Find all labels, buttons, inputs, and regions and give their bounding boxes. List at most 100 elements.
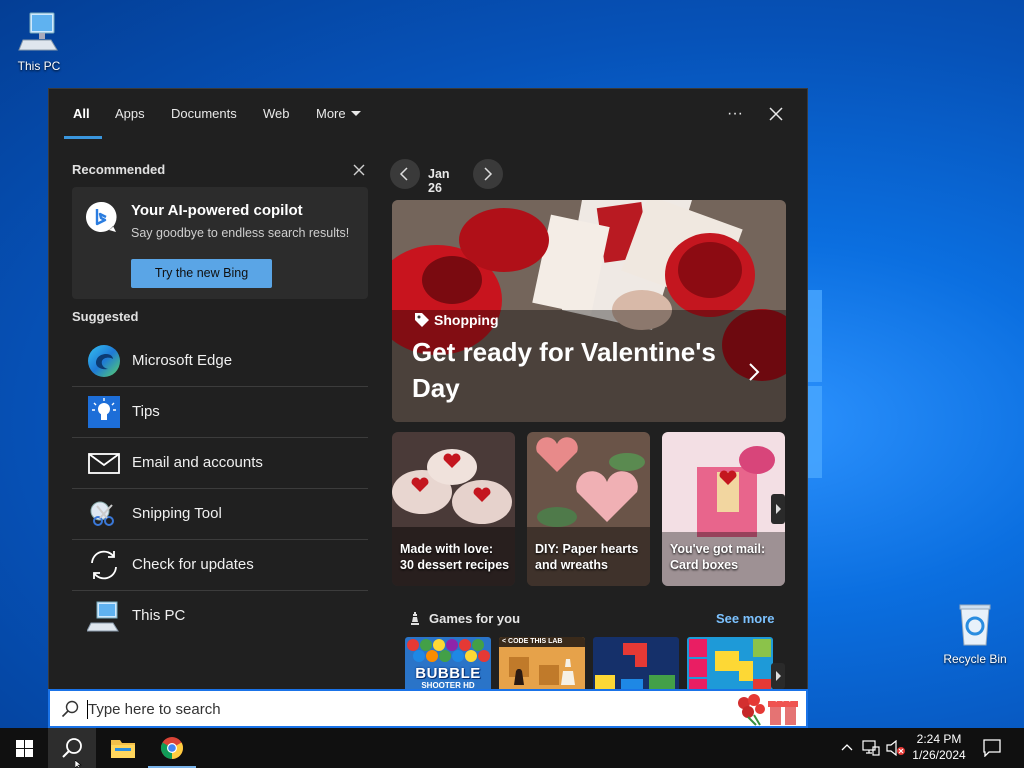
- chevron-right-icon: [776, 504, 781, 514]
- game-tile-bubble-shooter[interactable]: BUBBLE SHOOTER HD: [405, 637, 491, 689]
- game-tile-brand: < CODE THIS LAB: [502, 638, 563, 645]
- chevron-right-icon: [484, 167, 493, 181]
- games-scroll-right-button[interactable]: [771, 663, 785, 689]
- taskbar: 2:24 PM 1/26/2024: [0, 728, 1024, 768]
- options-button[interactable]: ···: [721, 101, 749, 127]
- tab-all[interactable]: All: [73, 106, 90, 121]
- caption-line: and wreaths: [535, 558, 608, 572]
- search-tabs: All Apps Documents Web More ···: [49, 89, 809, 139]
- try-new-bing-button[interactable]: Try the new Bing: [131, 259, 272, 288]
- game-tile-chess[interactable]: < CODE THIS LAB: [499, 637, 585, 689]
- folder-icon: [111, 740, 135, 758]
- game-tile-color-blocks[interactable]: [687, 637, 773, 689]
- game-tile-image: [593, 637, 679, 689]
- taskbar-chrome[interactable]: [148, 728, 196, 768]
- hero-card[interactable]: Shopping Get ready for Valentine's Day: [392, 200, 786, 422]
- previous-day-button[interactable]: [390, 159, 420, 189]
- hero-category-label: Shopping: [434, 312, 499, 328]
- tab-apps[interactable]: Apps: [115, 106, 145, 121]
- suggested-item-tips[interactable]: Tips: [72, 387, 368, 438]
- chess-piece-icon: [411, 612, 419, 625]
- show-hidden-icons-button[interactable]: [838, 728, 856, 768]
- search-box[interactable]: Type here to search: [48, 689, 808, 728]
- close-button[interactable]: [762, 101, 790, 127]
- suggested-item-label: Check for updates: [132, 556, 254, 573]
- caption-line: You've got mail:: [670, 542, 766, 556]
- hero-title: Get ready for Valentine's Day: [412, 337, 716, 403]
- network-button[interactable]: [860, 728, 882, 768]
- tab-more-label: More: [316, 106, 346, 121]
- close-icon: [353, 164, 365, 176]
- gift-flowers-icon: [738, 694, 798, 726]
- suggested-item-label: Microsoft Edge: [132, 352, 233, 369]
- suggested-item-snipping-tool[interactable]: Snipping Tool: [72, 489, 368, 540]
- game-tile-block-puzzle[interactable]: [593, 637, 679, 689]
- recommended-card[interactable]: Your AI-powered copilot Say goodbye to e…: [72, 187, 368, 299]
- mail-icon: [87, 446, 121, 480]
- tips-icon: [87, 395, 121, 429]
- recommended-title: Recommended: [72, 162, 166, 177]
- search-icon: [62, 738, 82, 758]
- refresh-icon: [87, 548, 121, 582]
- mouse-pointer-icon: [75, 760, 82, 768]
- chevron-down-icon: [350, 111, 361, 116]
- feed-card-card-boxes[interactable]: You've got mail: Card boxes: [662, 432, 785, 586]
- hero-category: Shopping: [414, 312, 499, 328]
- games-title-label: Games for you: [429, 611, 521, 626]
- feed-card-caption: Made with love: 30 dessert recipes: [400, 541, 509, 573]
- desktop-icon-this-pc[interactable]: This PC: [4, 10, 74, 73]
- snipping-tool-icon: [87, 497, 121, 531]
- caption-line: Made with love:: [400, 542, 494, 556]
- suggested-item-check-for-updates[interactable]: Check for updates: [72, 540, 368, 591]
- search-input[interactable]: Type here to search: [88, 701, 221, 718]
- search-panel: All Apps Documents Web More ··· Recommen…: [48, 88, 808, 728]
- volume-button[interactable]: [884, 728, 906, 768]
- taskbar-file-explorer[interactable]: [100, 728, 145, 768]
- tab-web[interactable]: Web: [263, 106, 290, 121]
- suggested-item-email-and-accounts[interactable]: Email and accounts: [72, 438, 368, 489]
- feed-date: Jan 26: [428, 167, 450, 195]
- tab-documents[interactable]: Documents: [171, 106, 237, 121]
- edge-icon: [87, 344, 121, 378]
- chevron-right-icon: [776, 671, 781, 681]
- tag-icon: [415, 313, 429, 327]
- bing-icon: [84, 200, 118, 239]
- more-options-icon: ···: [727, 105, 743, 122]
- notification-icon: [983, 739, 1001, 757]
- feed-card-caption: You've got mail: Card boxes: [670, 541, 765, 573]
- suggested-item-this-pc[interactable]: This PC: [72, 591, 368, 642]
- chevron-left-icon: [399, 167, 408, 181]
- action-center-button[interactable]: [978, 728, 1006, 768]
- feed-card-paper-hearts[interactable]: DIY: Paper hearts and wreaths: [527, 432, 650, 586]
- suggested-item-label: Snipping Tool: [132, 505, 222, 522]
- cards-scroll-right-button[interactable]: [771, 494, 785, 524]
- next-day-button[interactable]: [473, 159, 503, 189]
- suggested-item-microsoft-edge[interactable]: Microsoft Edge: [72, 336, 368, 387]
- active-tab-indicator: [64, 136, 102, 139]
- see-more-link[interactable]: See more: [716, 611, 775, 626]
- caption-line: 30 dessert recipes: [400, 558, 510, 572]
- games-section-title: Games for you: [411, 611, 521, 626]
- recycle-bin-icon: [940, 603, 1010, 650]
- game-tile-subtitle: SHOOTER HD: [421, 681, 475, 689]
- volume-muted-icon: [886, 740, 905, 756]
- desktop-icon-recycle-bin[interactable]: Recycle Bin: [940, 603, 1010, 666]
- feed-card-caption: DIY: Paper hearts and wreaths: [535, 541, 638, 573]
- chevron-up-icon: [841, 744, 853, 751]
- network-icon: [862, 740, 880, 756]
- suggested-title: Suggested: [72, 309, 139, 324]
- recommended-card-title: Your AI-powered copilot: [131, 202, 303, 219]
- taskbar-search-button[interactable]: [48, 728, 96, 768]
- tab-more[interactable]: More: [316, 106, 361, 121]
- caption-line: DIY: Paper hearts: [535, 542, 639, 556]
- taskbar-clock[interactable]: 2:24 PM 1/26/2024: [905, 731, 973, 763]
- desktop-icon-label: This PC: [17, 59, 61, 73]
- computer-icon: [4, 10, 74, 57]
- recommended-card-subtitle: Say goodbye to endless search results!: [131, 226, 350, 240]
- game-tile-image: [687, 637, 773, 689]
- dismiss-recommended-button[interactable]: [353, 163, 367, 177]
- feed-card-dessert-recipes[interactable]: Made with love: 30 dessert recipes: [392, 432, 515, 586]
- start-button[interactable]: [0, 728, 48, 768]
- clock-date: 1/26/2024: [912, 748, 966, 762]
- desktop-wallpaper-glow: [808, 290, 824, 480]
